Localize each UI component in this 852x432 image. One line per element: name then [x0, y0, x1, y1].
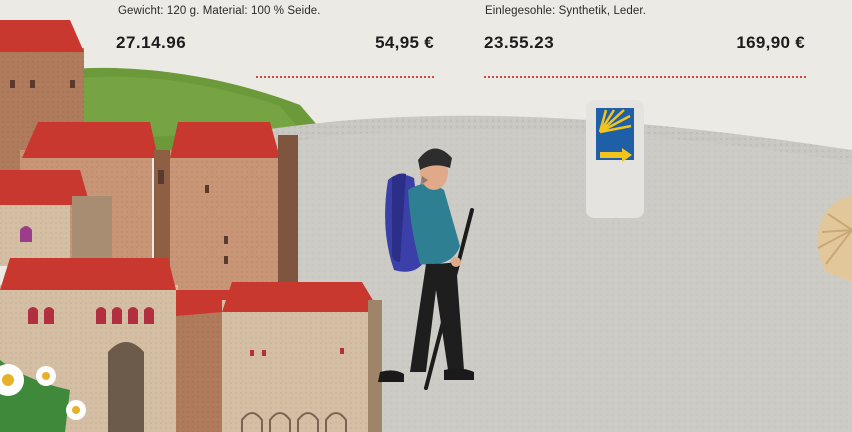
dotted-divider: [256, 76, 434, 78]
product-description: Einlegesohle: Synthetik, Leder.: [485, 5, 647, 17]
product-card-2[interactable]: Einlegesohle: Synthetik, Leder. 23.55.23…: [440, 0, 852, 90]
product-description: Gewicht: 120 g. Material: 100 % Seide.: [118, 5, 321, 17]
product-article-number: 23.55.23: [484, 33, 555, 52]
product-card-1[interactable]: Gewicht: 120 g. Material: 100 % Seide. 2…: [0, 0, 440, 90]
product-price: 169,90 €: [736, 33, 805, 52]
product-price: 54,95 €: [375, 33, 434, 52]
camino-waymarker-icon: [586, 100, 644, 218]
dotted-divider: [484, 76, 806, 78]
catalog-page: Gewicht: 120 g. Material: 100 % Seide. 2…: [0, 0, 852, 432]
product-article-number: 27.14.96: [116, 33, 187, 52]
